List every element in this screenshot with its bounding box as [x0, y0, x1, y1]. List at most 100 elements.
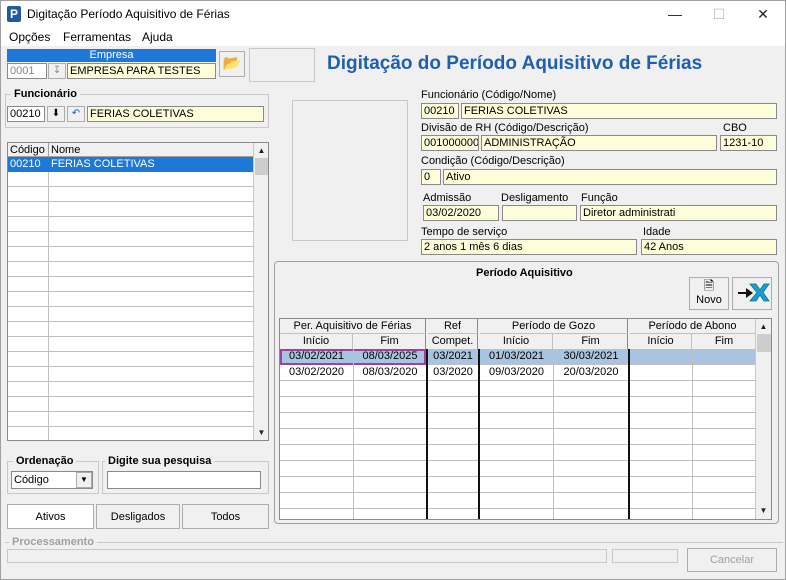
detail-tempo-servico: 2 anos 1 mês 6 dias: [421, 239, 637, 255]
periodo-empty-row: [280, 461, 755, 477]
list-item-name: FERIAS COLETIVAS: [51, 158, 155, 170]
row-gozo-fim: 30/03/2021: [563, 350, 619, 362]
tab-desligados[interactable]: Desligados: [96, 504, 180, 529]
list-empty-row: [8, 247, 253, 262]
detail-func-name: FERIAS COLETIVAS: [461, 103, 777, 119]
row-per-fim: 08/03/2025: [362, 350, 418, 362]
list-empty-row: [8, 202, 253, 217]
tab-todos[interactable]: Todos: [182, 504, 269, 529]
subheader-fim[interactable]: Fim: [354, 334, 426, 349]
list-empty-row: [8, 187, 253, 202]
funcionario-download-button[interactable]: ⬇: [47, 106, 65, 122]
periodo-empty-row: [280, 381, 755, 397]
list-empty-row: [8, 322, 253, 337]
idade-label: Idade: [643, 226, 671, 238]
new-document-icon: 🗎: [703, 278, 715, 293]
detail-cbo: 1231-10: [720, 135, 777, 151]
periodo-rows: 03/02/2021 08/03/2025 03/2021 01/03/2021…: [280, 349, 755, 519]
funcionario-code-field[interactable]: 00210: [7, 106, 45, 122]
empresa-name-field: EMPRESA PARA TESTES: [67, 63, 216, 79]
page-heading: Digitação do Período Aquisitivo de Féria…: [327, 53, 703, 74]
cbo-label: CBO: [723, 122, 747, 134]
periodo-empty-row: [280, 445, 755, 461]
scroll-down-icon[interactable]: ▼: [756, 503, 771, 518]
list-empty-row: [8, 217, 253, 232]
list-empty-row: [8, 277, 253, 292]
empresa-code-field[interactable]: 0001: [7, 63, 47, 79]
maximize-icon[interactable]: ☐: [697, 1, 741, 28]
admissao-label: Admissão: [423, 192, 472, 204]
funcionario-undo-button[interactable]: ↶: [67, 106, 85, 122]
chevron-down-icon[interactable]: ▼: [76, 472, 92, 488]
novo-label: Novo: [696, 294, 722, 306]
subheader-abono-inicio[interactable]: Início: [630, 334, 692, 349]
close-icon[interactable]: ✕: [741, 1, 785, 28]
periodo-grid[interactable]: Per. Aquisitivo de Férias Ref Período de…: [279, 318, 772, 520]
novo-button[interactable]: 🗎 Novo: [689, 277, 729, 310]
list-empty-row: [8, 292, 253, 307]
menu-bar: Opções Ferramentas Ajuda: [1, 28, 785, 46]
list-header-nome[interactable]: Nome: [51, 144, 80, 156]
title-bar: P Digitação Período Aquisitivo de Férias…: [1, 1, 785, 28]
open-folder-button[interactable]: 📂: [219, 51, 245, 77]
group-header-periodo-abono[interactable]: Período de Abono: [630, 319, 755, 334]
group-header-ref[interactable]: Ref: [428, 319, 478, 334]
detail-func-code: 00210: [421, 103, 459, 119]
periodo-grid-header: Per. Aquisitivo de Férias Ref Período de…: [280, 319, 755, 349]
ordenacao-value: Código: [14, 474, 49, 486]
subheader-inicio[interactable]: Início: [280, 334, 353, 349]
list-item[interactable]: 00210 FERIAS COLETIVAS: [8, 157, 253, 172]
menu-ferramentas[interactable]: Ferramentas: [63, 30, 131, 44]
scroll-up-icon[interactable]: ▲: [254, 143, 268, 158]
subheader-gozo-inicio[interactable]: Início: [480, 334, 553, 349]
periodo-empty-row: [280, 493, 755, 509]
list-scrollbar[interactable]: ▲ ▼: [253, 143, 268, 440]
list-empty-row: [8, 352, 253, 367]
list-empty-rows: [8, 172, 253, 440]
tempo-servico-label: Tempo de serviço: [421, 226, 508, 238]
row-per-fim: 08/03/2020: [362, 366, 418, 378]
menu-opcoes[interactable]: Opções: [9, 30, 50, 44]
tab-ativos[interactable]: Ativos: [7, 504, 94, 529]
detail-div-code: 001000000: [421, 135, 479, 151]
detail-funcao: Diretor administrati: [580, 205, 777, 221]
group-header-periodo-gozo[interactable]: Período de Gozo: [480, 319, 628, 334]
list-header-codigo[interactable]: Código: [10, 144, 45, 156]
scroll-thumb[interactable]: [255, 158, 268, 175]
periodo-empty-row: [280, 429, 755, 445]
window-title: Digitação Período Aquisitivo de Férias: [27, 7, 230, 21]
table-row[interactable]: 03/02/2020 08/03/2020 03/2020 09/03/2020…: [280, 365, 755, 381]
subheader-abono-fim[interactable]: Fim: [693, 334, 755, 349]
subheader-gozo-fim[interactable]: Fim: [554, 334, 628, 349]
processamento-divider: [5, 542, 783, 543]
periodo-empty-row: [280, 413, 755, 429]
detail-desligamento: [502, 205, 577, 221]
empresa-lookup-button[interactable]: ↧: [48, 63, 66, 79]
subheader-compet[interactable]: Compet.: [428, 334, 478, 349]
periodo-empty-row: [280, 477, 755, 493]
scroll-up-icon[interactable]: ▲: [756, 319, 771, 334]
list-empty-row: [8, 337, 253, 352]
menu-ajuda[interactable]: Ajuda: [142, 30, 173, 44]
folder-icon: 📂: [222, 55, 242, 72]
search-input[interactable]: [107, 471, 261, 489]
list-item-code: 00210: [10, 158, 41, 170]
periodo-title: Período Aquisitivo: [476, 267, 573, 279]
periodo-scrollbar[interactable]: ▲ ▼: [755, 319, 771, 519]
table-row[interactable]: 03/02/2021 08/03/2025 03/2021 01/03/2021…: [280, 349, 755, 365]
group-header-per-aquisitivo[interactable]: Per. Aquisitivo de Férias: [280, 319, 426, 334]
list-empty-row: [8, 397, 253, 412]
export-excel-button[interactable]: [732, 277, 772, 310]
row-per-inicio: 03/02/2020: [288, 366, 345, 378]
ordenacao-select[interactable]: Código ▼: [11, 471, 93, 489]
periodo-empty-row: [280, 397, 755, 413]
divisao-label: Divisão de RH (Código/Descrição): [421, 122, 589, 134]
scroll-down-icon[interactable]: ▼: [254, 425, 268, 440]
list-empty-row: [8, 172, 253, 187]
employee-list[interactable]: Código Nome 00210 FERIAS COLETIVAS ▲ ▼: [7, 142, 269, 441]
minimize-icon[interactable]: —: [653, 1, 697, 28]
funcionario-detail-label: Funcionário (Código/Nome): [421, 89, 557, 101]
list-empty-row: [8, 367, 253, 382]
cancelar-button[interactable]: Cancelar: [687, 548, 777, 572]
scroll-thumb[interactable]: [757, 334, 771, 352]
